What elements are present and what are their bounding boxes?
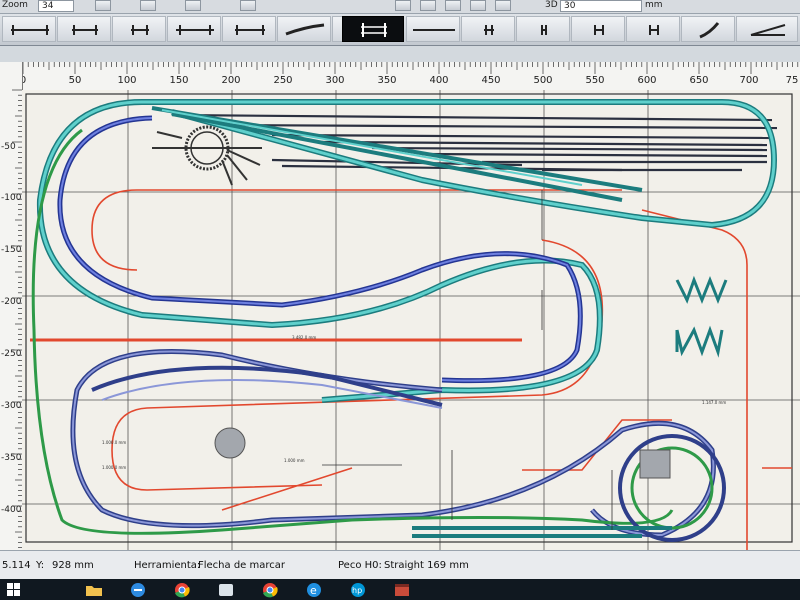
- ruler-label: -300: [1, 401, 22, 411]
- ruler-label: 600: [637, 75, 657, 86]
- tool-label: Herramienta:: [134, 560, 201, 571]
- toolbar-mini-button[interactable]: [420, 0, 436, 11]
- ruler-label: 400: [429, 75, 449, 86]
- hp-icon[interactable]: hp: [348, 581, 368, 598]
- tool-value: Flecha de marcar: [198, 560, 286, 571]
- toolbar-mini-button[interactable]: [495, 0, 511, 11]
- ruler-label: 100: [117, 75, 137, 86]
- ruler-label: -150: [1, 245, 22, 255]
- ruler-label: -100: [1, 193, 22, 203]
- ruler-label: -250: [1, 349, 22, 359]
- unit-label: mm: [645, 0, 663, 10]
- track-long-icon[interactable]: [406, 16, 460, 42]
- zigzag-module: [675, 275, 728, 358]
- y-label: Y:: [36, 560, 45, 571]
- turnout-icon[interactable]: [736, 16, 798, 42]
- dimension-label: 1.147.0 mm: [702, 400, 727, 405]
- folder-icon[interactable]: [84, 581, 104, 598]
- view-value-input[interactable]: 30: [560, 0, 642, 12]
- ruler-label: 150: [169, 75, 189, 86]
- track-segment-icon[interactable]: [222, 16, 276, 42]
- x-coordinate: 5.114: [2, 560, 31, 571]
- chrome-icon[interactable]: [260, 581, 280, 598]
- building-marker: [639, 449, 671, 479]
- ruler-label: 700: [739, 75, 759, 86]
- ruler-label: -50: [1, 142, 16, 152]
- track-segment-icon[interactable]: [461, 16, 515, 42]
- green-line: [31, 128, 726, 542]
- ruler-label: 300: [325, 75, 345, 86]
- toolbar-mini-button[interactable]: [95, 0, 111, 11]
- ruler-label: -400: [1, 505, 22, 515]
- ruler-label: 350: [377, 75, 397, 86]
- svg-text:e: e: [310, 584, 317, 597]
- toolbar-mini-button[interactable]: [445, 0, 461, 11]
- windows-taskbar: e hp: [0, 579, 800, 600]
- dimension-label: 1.000 mm: [284, 458, 305, 463]
- app-icon[interactable]: [392, 581, 412, 598]
- ruler-strip: [0, 46, 800, 62]
- top-settings-bar: Zoom 34 3D 30 mm: [0, 0, 800, 14]
- toolbar-mini-button[interactable]: [185, 0, 201, 11]
- edge-icon[interactable]: [128, 581, 148, 598]
- toolbar-mini-button[interactable]: [140, 0, 156, 11]
- ruler-label: -200: [1, 297, 22, 307]
- status-bar: 5.114 Y: 928 mm Herramienta: Flecha de m…: [0, 550, 800, 580]
- view-value: 30: [564, 1, 576, 11]
- track-selected-icon[interactable]: [342, 16, 404, 42]
- windows-start-icon[interactable]: [4, 581, 24, 598]
- track-segment-icon[interactable]: [112, 16, 166, 42]
- zoom-value: 34: [42, 1, 54, 11]
- ruler-label: 250: [273, 75, 293, 86]
- y-coordinate: 928 mm: [52, 560, 94, 571]
- turntable: [152, 125, 262, 186]
- track-segment-icon[interactable]: [57, 16, 111, 42]
- toolbar-mini-button[interactable]: [240, 0, 256, 11]
- station-marker: [214, 427, 246, 459]
- double-track-icon[interactable]: [167, 16, 221, 42]
- zoom-label: Zoom: [2, 0, 28, 10]
- track-label: Peco H0:: [338, 560, 382, 571]
- track-plan-drawing[interactable]: [22, 90, 800, 550]
- toolbar-mini-button[interactable]: [395, 0, 411, 11]
- dimension-label: 3.482.0 mm: [292, 335, 317, 340]
- ruler-label: 500: [533, 75, 553, 86]
- ruler-label: -350: [1, 453, 22, 463]
- track-toolbar: [0, 14, 800, 46]
- dimension-label: 1.000.0 mm: [102, 465, 127, 470]
- app-icon[interactable]: [216, 581, 236, 598]
- ruler-label: 75: [785, 75, 799, 86]
- teal-main-line: [36, 99, 778, 403]
- svg-text:hp: hp: [352, 586, 362, 595]
- chrome-icon[interactable]: [172, 581, 192, 598]
- curved-track-icon[interactable]: [277, 16, 331, 42]
- ruler-label: 50: [68, 75, 82, 86]
- layout-canvas[interactable]: 3.482.0 mm 1.000.0 mm 1.000.0 mm 1.147.0…: [22, 90, 800, 550]
- screen: Zoom 34 3D 30 mm 0 50 100 150 200 250 30…: [0, 0, 800, 600]
- curve-track-icon[interactable]: [681, 16, 735, 42]
- ruler-label: 450: [481, 75, 501, 86]
- lower-loop: [70, 349, 716, 538]
- ie-icon[interactable]: e: [304, 581, 324, 598]
- ruler-label: 550: [585, 75, 605, 86]
- straight-track-icon[interactable]: [2, 16, 56, 42]
- toolbar-mini-button[interactable]: [470, 0, 486, 11]
- view-mode-label: 3D: [545, 0, 558, 10]
- track-segment-icon[interactable]: [626, 16, 680, 42]
- baseboard-edges: [30, 189, 792, 550]
- ruler-label: 650: [689, 75, 709, 86]
- track-segment-icon[interactable]: [516, 16, 570, 42]
- track-segment-icon[interactable]: [571, 16, 625, 42]
- horizontal-ruler: 0 50 100 150 200 250 300 350 400 450 500…: [20, 62, 800, 91]
- horizontal-ruler-ticks: [22, 62, 799, 74]
- dimension-label: 1.000.0 mm: [102, 440, 127, 445]
- track-value: Straight 169 mm: [384, 560, 469, 571]
- vertical-ruler: -50 -100 -150 -200 -250 -300 -350 -400: [0, 62, 23, 550]
- zoom-input[interactable]: 34: [38, 0, 74, 12]
- ruler-label: 200: [221, 75, 241, 86]
